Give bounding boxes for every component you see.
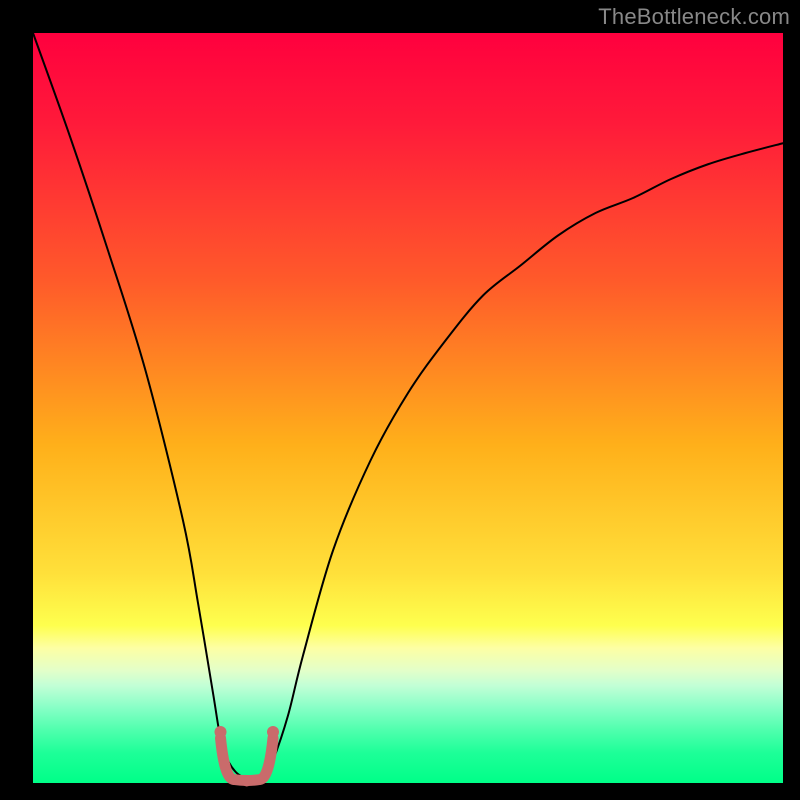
plot-area <box>33 33 783 783</box>
valley-dot-b2 <box>242 777 252 787</box>
valley-dot-left <box>215 726 227 738</box>
valley-dot-b1 <box>229 775 239 785</box>
chart-frame: TheBottleneck.com <box>0 0 800 800</box>
bottleneck-curve <box>33 33 783 783</box>
valley-dot-right <box>267 726 279 738</box>
valley-highlight-arc <box>221 738 274 781</box>
watermark-label: TheBottleneck.com <box>598 4 790 30</box>
curve-path <box>33 33 783 779</box>
valley-dot-b3 <box>255 775 265 785</box>
